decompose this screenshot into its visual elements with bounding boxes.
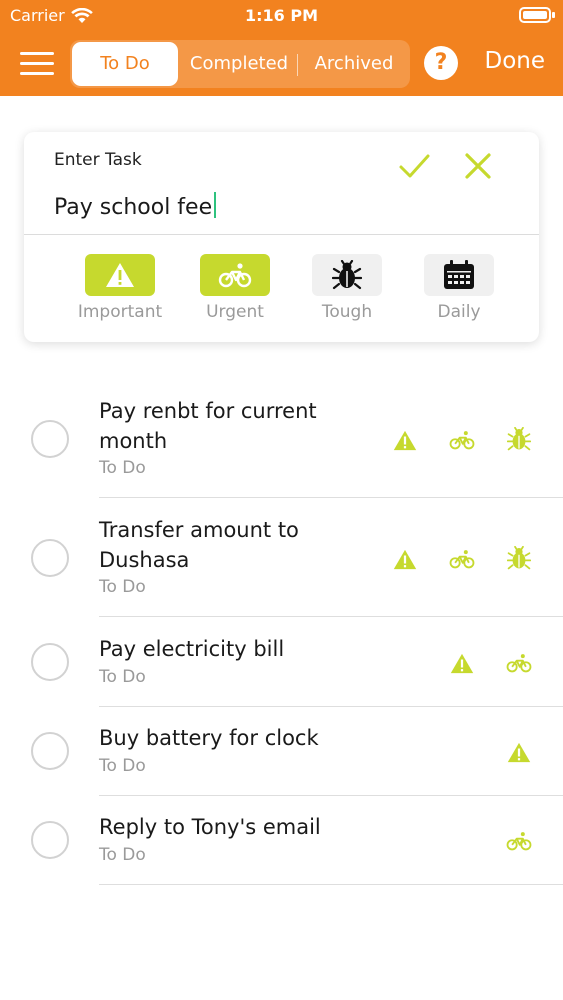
warning-icon [391, 428, 419, 452]
bicycle-icon [505, 651, 533, 675]
flag-tough-label: Tough [321, 302, 373, 322]
flag-daily-box [424, 254, 494, 296]
task-title: Pay electricity bill [99, 637, 285, 661]
row-divider [99, 706, 563, 707]
calendar-icon [444, 260, 474, 289]
task-row[interactable]: Pay renbt for current month To Do [0, 396, 563, 498]
status-bar: Carrier 1:16 PM [0, 0, 563, 32]
nav-bar: To Do Completed Archived ? Done [0, 36, 563, 92]
bug-icon [505, 546, 533, 570]
task-title: Reply to Tony's email [99, 815, 321, 839]
warning-icon [106, 263, 134, 287]
text-caret [214, 192, 217, 218]
task-complete-radio[interactable] [31, 643, 69, 681]
task-title: Transfer amount to Dushasa [99, 518, 299, 572]
row-divider [99, 497, 563, 498]
flag-tough[interactable]: Tough [287, 254, 407, 322]
done-button[interactable]: Done [484, 48, 545, 74]
task-complete-radio[interactable] [31, 732, 69, 770]
flag-urgent[interactable]: Urgent [175, 254, 295, 322]
row-divider [99, 884, 563, 885]
card-divider [24, 234, 539, 235]
task-entry-card: Enter Task Pay school fee Important Urge… [24, 132, 539, 342]
task-row[interactable]: Transfer amount to Dushasa To Do [0, 515, 563, 617]
warning-icon [448, 651, 476, 675]
cancel-x-icon[interactable] [460, 148, 496, 184]
bicycle-icon [448, 547, 476, 571]
task-row[interactable]: Reply to Tony's email To Do [0, 812, 563, 885]
task-complete-radio[interactable] [31, 821, 69, 859]
flag-urgent-box [200, 254, 270, 296]
flag-important-label: Important [77, 302, 163, 322]
task-title: Pay renbt for current month [99, 399, 317, 453]
task-status: To Do [99, 845, 146, 865]
battery-icon [519, 7, 551, 23]
app-header: Carrier 1:16 PM To Do Completed Archived… [0, 0, 563, 96]
segmented-control: To Do Completed Archived [70, 40, 410, 88]
flag-tough-box [312, 254, 382, 296]
task-title: Buy battery for clock [99, 726, 319, 750]
status-time: 1:16 PM [244, 6, 318, 25]
task-row[interactable]: Buy battery for clock To Do [0, 723, 563, 796]
battery-cap [552, 12, 555, 18]
flag-daily-label: Daily [437, 302, 481, 322]
flag-important[interactable]: Important [60, 254, 180, 322]
tab-completed[interactable]: Completed [182, 42, 296, 86]
segment-divider [297, 54, 298, 76]
bicycle-icon [218, 263, 252, 288]
task-status: To Do [99, 458, 146, 478]
task-status: To Do [99, 667, 146, 687]
task-complete-radio[interactable] [31, 420, 69, 458]
flag-daily[interactable]: Daily [399, 254, 519, 322]
task-input-value: Pay school fee [54, 195, 213, 220]
flag-urgent-label: Urgent [206, 302, 264, 322]
bug-icon [505, 427, 533, 451]
flag-important-box [85, 254, 155, 296]
bug-icon [332, 260, 362, 290]
task-entry-label: Enter Task [54, 150, 142, 170]
row-divider [99, 616, 563, 617]
hamburger-menu-icon[interactable] [20, 52, 54, 76]
confirm-check-icon[interactable] [396, 148, 432, 184]
task-status: To Do [99, 756, 146, 776]
help-icon[interactable]: ? [424, 46, 458, 80]
tab-archived[interactable]: Archived [302, 42, 406, 86]
task-status: To Do [99, 577, 146, 597]
bicycle-icon [448, 428, 476, 452]
tab-to-do[interactable]: To Do [72, 42, 178, 86]
bicycle-icon [505, 829, 533, 853]
warning-icon [505, 740, 533, 764]
row-divider [99, 795, 563, 796]
task-complete-radio[interactable] [31, 539, 69, 577]
task-input[interactable]: Pay school fee [54, 192, 217, 220]
task-row[interactable]: Pay electricity bill To Do [0, 634, 563, 707]
warning-icon [391, 547, 419, 571]
